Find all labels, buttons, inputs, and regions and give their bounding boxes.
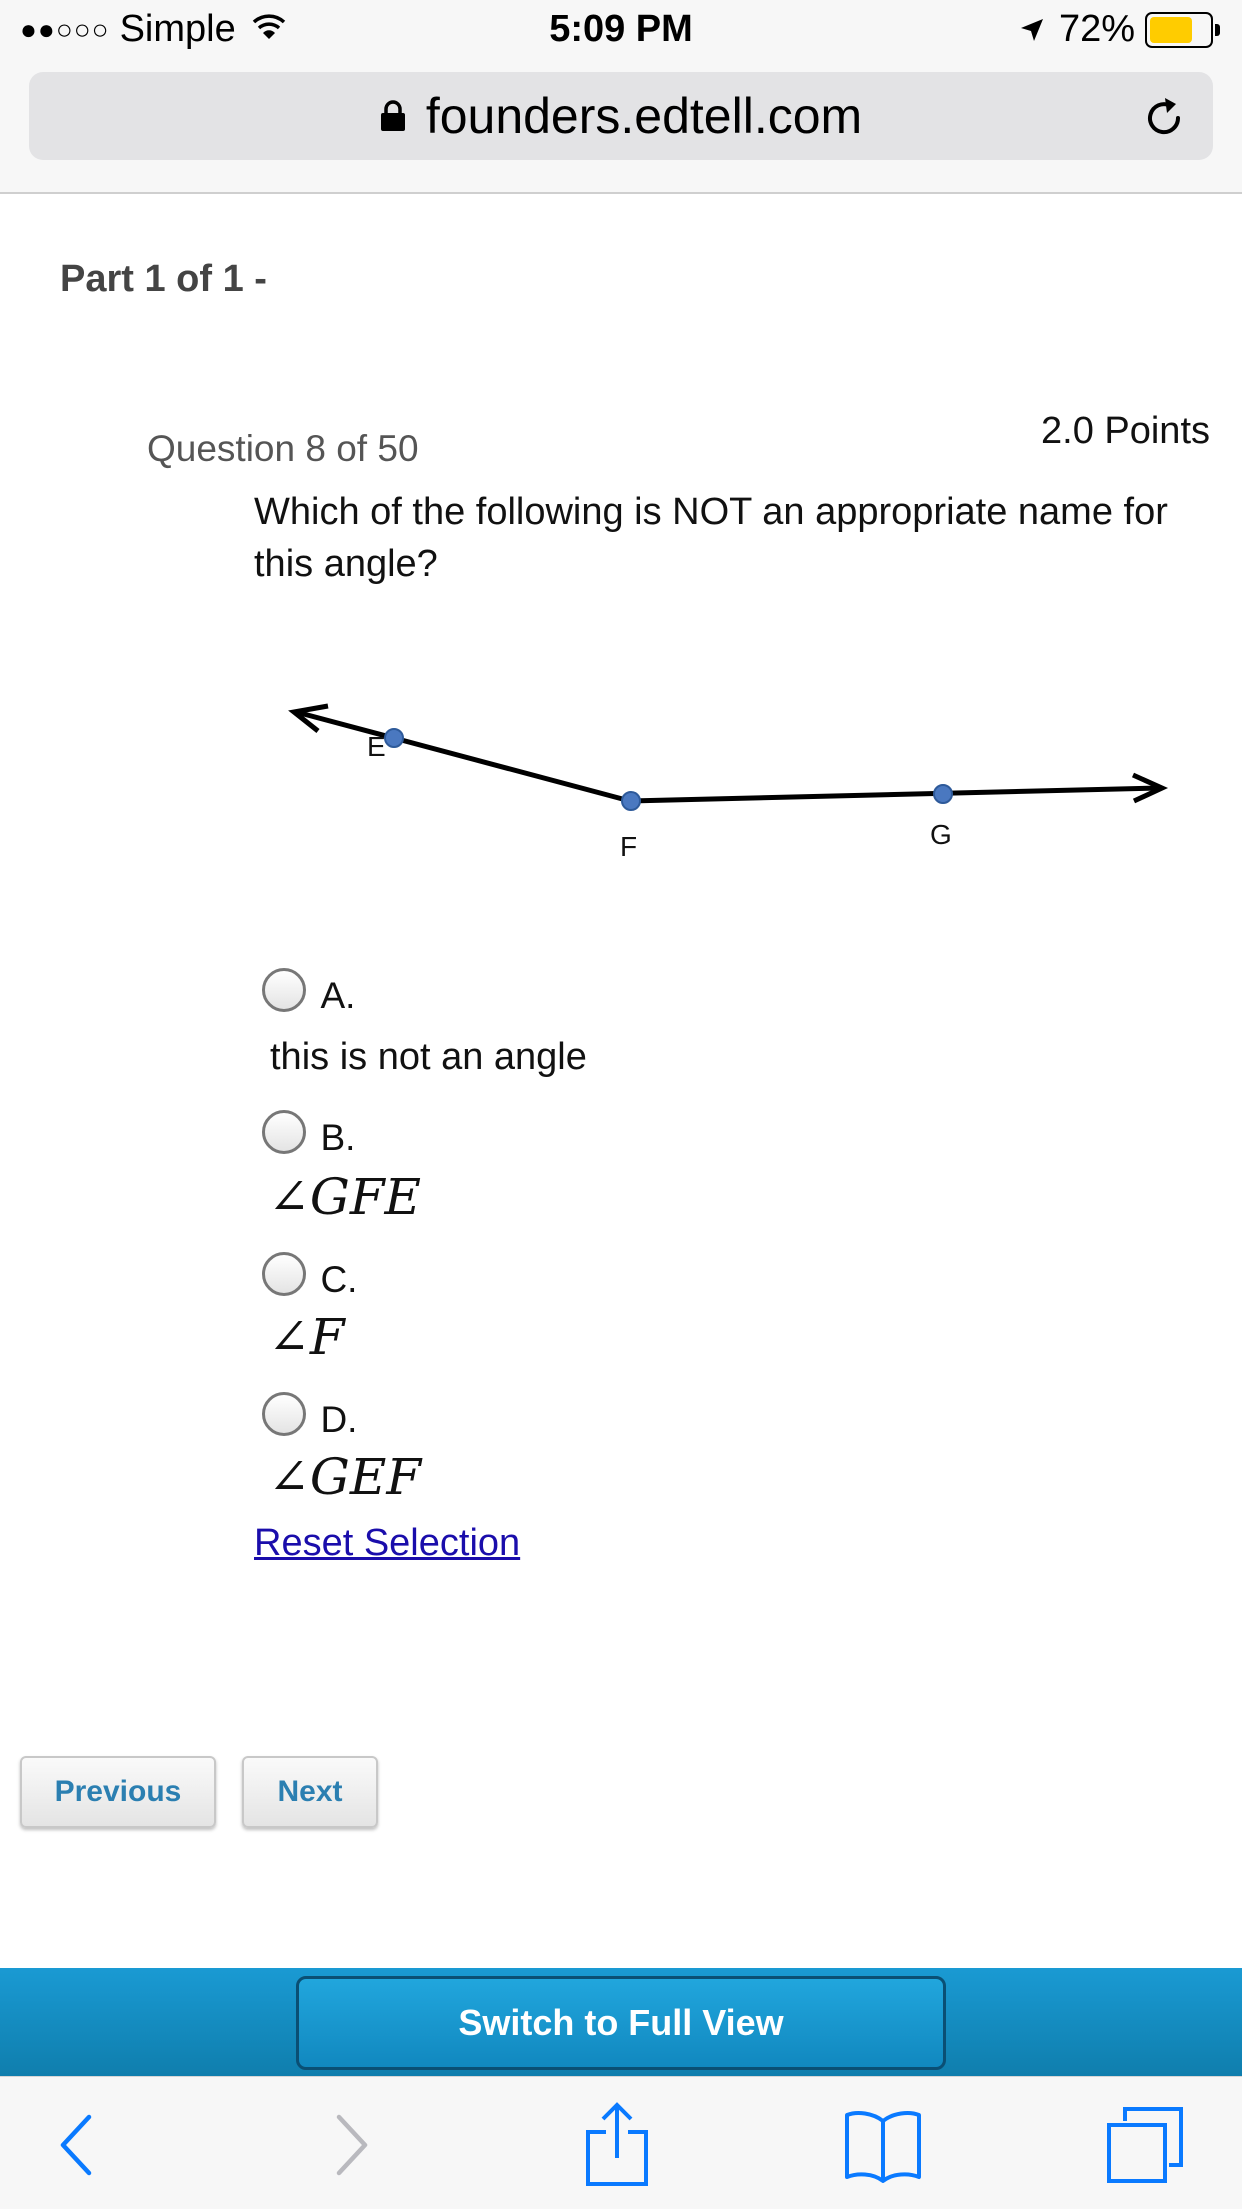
bookmarks-icon[interactable] xyxy=(838,2100,928,2190)
choice-d-text: ∠GEF xyxy=(268,1448,422,1506)
radio-b[interactable] xyxy=(262,1110,306,1154)
address-bar-content[interactable]: founders.edtell.com xyxy=(0,72,1242,160)
angle-diagram: E F G xyxy=(288,703,1169,862)
choice-a-letter: A. xyxy=(320,975,356,1016)
url-text: founders.edtell.com xyxy=(425,88,863,144)
tabs-icon[interactable] xyxy=(1100,2100,1190,2190)
label-g: G xyxy=(930,819,952,850)
ray-fg xyxy=(629,772,1169,804)
question-number: Question 8 of 50 xyxy=(147,428,419,469)
point-g xyxy=(933,784,953,804)
next-button[interactable]: Next xyxy=(242,1756,378,1828)
share-icon[interactable] xyxy=(572,2100,662,2190)
battery-icon xyxy=(1145,11,1213,48)
choice-a-text: this is not an angle xyxy=(270,1036,587,1078)
question-points: 2.0 Points xyxy=(1041,410,1210,452)
back-icon[interactable] xyxy=(32,2100,122,2190)
status-right: 72% xyxy=(1019,8,1220,51)
choice-b-letter: B. xyxy=(320,1117,356,1158)
radio-a[interactable] xyxy=(262,968,306,1012)
choice-d-letter: D. xyxy=(320,1399,358,1440)
choice-b[interactable]: B. xyxy=(262,1110,355,1158)
choice-c[interactable]: C. xyxy=(262,1252,357,1300)
choice-d[interactable]: D. xyxy=(262,1392,357,1440)
previous-button[interactable]: Previous xyxy=(20,1756,216,1828)
battery-percent: 72% xyxy=(1058,8,1135,50)
location-arrow-icon xyxy=(1019,17,1045,43)
part-title: Part 1 of 1 - xyxy=(60,258,267,300)
reset-selection-link[interactable]: Reset Selection xyxy=(254,1522,520,1565)
forward-icon[interactable] xyxy=(306,2100,396,2190)
choice-c-letter: C. xyxy=(320,1259,358,1300)
question-prompt: Which of the following is NOT an appropr… xyxy=(254,491,1168,585)
point-f xyxy=(621,791,641,811)
battery-cap xyxy=(1215,23,1220,36)
lock-icon xyxy=(380,100,406,132)
switch-to-full-view-button[interactable]: Switch to Full View xyxy=(296,1976,946,2070)
ray-fe xyxy=(288,703,631,804)
point-e xyxy=(384,728,404,748)
label-e: E xyxy=(367,731,386,762)
battery-level xyxy=(1150,16,1192,43)
choice-b-text: ∠GFE xyxy=(268,1168,422,1226)
radio-d[interactable] xyxy=(262,1392,306,1436)
label-f: F xyxy=(620,831,637,862)
reload-icon[interactable] xyxy=(1140,94,1188,142)
radio-c[interactable] xyxy=(262,1252,306,1296)
choice-c-text: ∠F xyxy=(268,1308,345,1366)
choice-a[interactable]: A. xyxy=(262,968,355,1016)
